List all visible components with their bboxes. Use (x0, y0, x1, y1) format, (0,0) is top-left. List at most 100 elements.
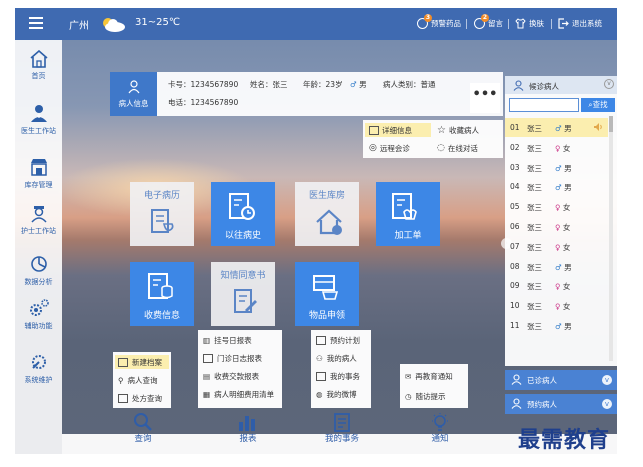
tile-supply-request[interactable]: 物品申领 (295, 262, 359, 326)
sidebar-item-tools[interactable]: 辅助功能 (15, 298, 62, 331)
tile-work-order[interactable]: 加工单 (376, 182, 440, 246)
clinic-log-report-item[interactable]: 门诊日志报表 (200, 351, 265, 365)
task-list-icon (334, 413, 350, 432)
table-row[interactable]: 10 张三 ♀ 女 (505, 296, 608, 315)
chevron-down-icon[interactable]: v (604, 79, 614, 89)
patient-search-input[interactable] (509, 98, 579, 112)
detail-info-item[interactable]: 详细信息 (365, 123, 431, 137)
notice-popup: ✉ 再教育通知 ◷ 随访提示 (400, 364, 468, 408)
favorite-patient-item[interactable]: ☆ 收藏病人 (433, 123, 483, 137)
male-icon: ♂ (555, 322, 562, 331)
message-icon: 2 (474, 14, 489, 29)
table-row[interactable]: 11 张三 ♂ 男 (505, 316, 608, 335)
logout-button[interactable]: 退出系统 (558, 18, 602, 29)
table-row[interactable]: 03 张三 ♂ 男 (505, 158, 608, 177)
table-row[interactable]: 04 张三 ♂ 男 (505, 177, 608, 196)
bar-chart-icon: ▥ (203, 335, 211, 345)
clock-icon: ◷ (405, 391, 412, 401)
row-name: 张三 (527, 302, 542, 312)
chevron-down-icon: v (602, 399, 612, 409)
appointment-plan-item[interactable]: 预约计划 (313, 333, 363, 347)
dock-notice[interactable]: 通知 (430, 412, 450, 444)
patient-phone: 电话：1234567890 (168, 98, 239, 107)
document-icon (316, 371, 326, 381)
weather-cloud-icon (103, 18, 125, 32)
remote-consult-item[interactable]: ◎ 远程会诊 (365, 141, 414, 155)
waiting-patients-panel: 候诊病人 v ⌕查找 01 张三 ♂ 男 02 张三 ♀ 女 03 张三 ♂ 男 04 张三 ♂ 男0… (505, 76, 617, 366)
panel-scrollbar[interactable] (609, 116, 613, 361)
wrench-gear-icon (31, 355, 46, 369)
messages-button[interactable]: 2 留言 (474, 14, 503, 29)
my-patients-item[interactable]: ⚇ 我的病人 (313, 351, 360, 365)
sidebar-item-nurse[interactable]: 护士工作站 (15, 203, 62, 236)
sidebar-item-maintenance[interactable]: 系统维护 (15, 352, 62, 385)
change-skin-button[interactable]: 换肤 (515, 18, 544, 29)
new-record-item[interactable]: 新建档案 (115, 355, 169, 369)
table-row[interactable]: 05 张三 ♀ 女 (505, 197, 608, 216)
warning-drugs-button[interactable]: 3 预警药品 (417, 14, 461, 29)
table-row[interactable]: 02 张三 ♀ 女 (505, 138, 608, 157)
sidebar-item-inventory[interactable]: 库存管理 (15, 157, 62, 190)
tile-billing[interactable]: 收费信息 (130, 262, 194, 326)
row-number: 02 (510, 142, 520, 152)
chevron-down-icon: v (602, 375, 612, 385)
dock-report[interactable]: 报表 (237, 412, 259, 444)
row-number: 09 (510, 281, 520, 291)
more-button[interactable]: ••• (470, 83, 500, 113)
online-chat-item[interactable]: ◌ 在线对话 (433, 141, 482, 155)
table-row[interactable]: 07 张三 ♀ 女 (505, 237, 608, 256)
my-weibo-item[interactable]: ◍ 我的微博 (313, 387, 360, 401)
row-number: 04 (510, 182, 520, 192)
supply-icon (313, 275, 339, 300)
affairs-popup: 预约计划 ⚇ 我的病人 我的事务 ◍ 我的微博 (311, 330, 371, 408)
row-name: 张三 (527, 242, 542, 252)
payment-report-item[interactable]: ▤ 收费交款报表 (200, 369, 262, 383)
tile-emr[interactable]: 电子病历 (130, 182, 194, 246)
menu-icon[interactable] (29, 17, 43, 29)
row-name: 张三 (527, 282, 542, 292)
user-icon: ⚲ (118, 375, 124, 385)
chart-icon: ▤ (203, 371, 211, 381)
appointment-patients-bar[interactable]: 预约病人 v (505, 394, 617, 414)
table-row[interactable]: 08 张三 ♂ 男 (505, 257, 608, 276)
my-affairs-item[interactable]: 我的事务 (313, 369, 363, 383)
waiting-panel-header[interactable]: 候诊病人 v (505, 76, 617, 94)
patient-query-item[interactable]: ⚲ 病人查询 (115, 373, 161, 387)
tile-consent[interactable]: 知情同意书 (211, 262, 275, 326)
male-icon: ♂ (555, 163, 562, 173)
table-row[interactable]: 01 张三 ♂ 男 (505, 118, 608, 137)
row-name: 张三 (527, 322, 542, 331)
patient-info-button[interactable]: 病人信息 (110, 72, 157, 116)
row-number: 01 (510, 123, 520, 132)
temperature-label: 31~25℃ (135, 17, 181, 28)
table-row[interactable]: 06 张三 ♀ 女 (505, 217, 608, 236)
sidebar-item-doctor[interactable]: 医生工作站 (15, 103, 62, 136)
patient-fee-list-item[interactable]: ▦ 病人明细费用清单 (200, 387, 277, 401)
speaker-icon[interactable] (593, 122, 603, 134)
sidebar-item-analytics[interactable]: 数据分析 (15, 254, 62, 287)
bar-chart-icon (239, 416, 255, 431)
weibo-icon: ◍ (316, 389, 323, 399)
tile-pharmacy[interactable]: 医生库房 (295, 182, 359, 246)
report-popup: ▥ 挂号日报表 门诊日志报表 ▤ 收费交款报表 ▦ 病人明细费用清单 (198, 330, 282, 408)
document-icon (118, 393, 128, 403)
dock-my-affairs[interactable]: 我的事务 (325, 412, 359, 444)
house-icon (316, 209, 342, 235)
reeducation-notice-item[interactable]: ✉ 再教育通知 (402, 369, 456, 383)
sidebar-item-home[interactable]: 首页 (15, 50, 62, 81)
store-icon (30, 159, 47, 176)
row-number: 10 (510, 301, 520, 311)
row-gender: ♀ 女 (555, 223, 571, 232)
table-row[interactable]: 09 张三 ♀ 女 (505, 276, 608, 295)
search-button[interactable]: ⌕查找 (581, 98, 615, 112)
row-name: 张三 (527, 183, 542, 193)
dock-query[interactable]: 查询 (133, 412, 153, 444)
seen-patients-bar[interactable]: 已诊病人 v (505, 370, 617, 390)
tile-history[interactable]: 以往病史 (211, 182, 275, 246)
history-icon (229, 193, 255, 220)
patient-age: 年龄：23岁 (303, 80, 343, 89)
prescription-query-item[interactable]: 处方查询 (115, 391, 165, 405)
registration-report-item[interactable]: ▥ 挂号日报表 (200, 333, 255, 347)
row-number: 11 (510, 321, 520, 330)
followup-reminder-item[interactable]: ◷ 随访提示 (402, 389, 449, 403)
